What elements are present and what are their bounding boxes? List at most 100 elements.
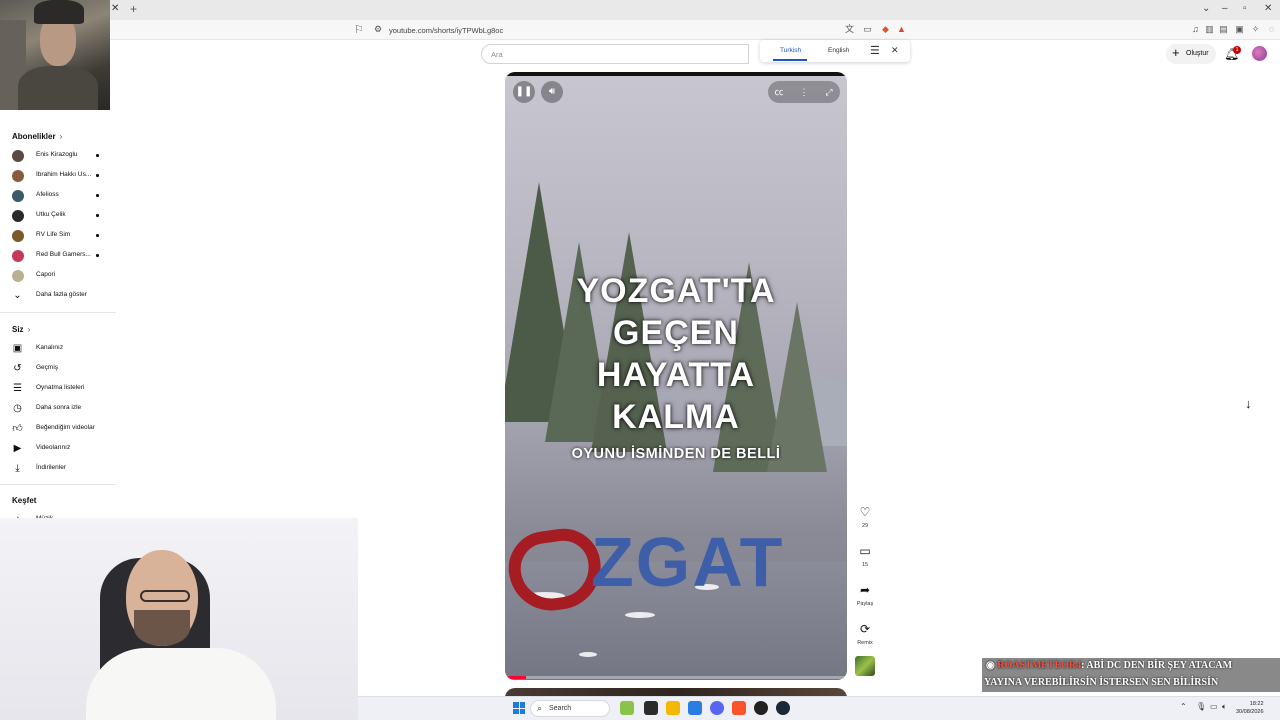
hamburger-icon[interactable]: ☰	[870, 44, 880, 57]
network-icon[interactable]: ▭	[1210, 702, 1218, 711]
sidebar-toggle-icon[interactable]: ▥	[1204, 24, 1215, 35]
nav-item[interactable]: 👍︎ Beğendiğim videolar	[0, 421, 116, 437]
wallet-icon[interactable]: ▣	[1234, 24, 1245, 35]
microphone-icon[interactable]: 🎙︎	[1196, 702, 1206, 711]
remix-button[interactable]: ⟳ Remix	[855, 620, 875, 646]
caption-language-menu: Turkish English ☰ ✕	[760, 40, 910, 62]
brave-shield-icon[interactable]: ◆	[880, 24, 891, 35]
subscription-label: Afelioss	[36, 191, 59, 198]
subscription-item[interactable]: RV Life Sim	[0, 228, 116, 244]
plus-icon: +	[1172, 45, 1180, 60]
volume-icon[interactable]: 🔈︎	[1222, 702, 1227, 712]
translate-icon[interactable]: 文	[844, 24, 855, 35]
widgets-icon[interactable]	[620, 701, 634, 715]
steam-icon[interactable]	[776, 701, 790, 715]
nav-label: Oynatma listeleri	[36, 384, 85, 391]
music-control-icon[interactable]: ♫	[1190, 24, 1201, 35]
divider	[0, 312, 116, 313]
you-heading[interactable]: Siz ›	[12, 325, 30, 334]
brave-icon[interactable]	[732, 701, 746, 715]
tray-chevron-icon[interactable]: ⌃	[1180, 702, 1187, 711]
channel-avatar	[12, 250, 24, 262]
close-icon[interactable]: ✕	[891, 45, 899, 56]
store-icon[interactable]	[688, 701, 702, 715]
captions-icon[interactable]: ㏄	[768, 81, 790, 103]
new-content-dot	[96, 234, 99, 237]
lang-option-english[interactable]: English	[828, 47, 849, 54]
subscription-item[interactable]: Red Bull Gamers...	[0, 248, 116, 264]
clock[interactable]: 18:22 30/08/2026	[1236, 700, 1264, 716]
maximize-icon[interactable]: ▫	[1243, 3, 1247, 14]
fullscreen-icon[interactable]: ⤢	[818, 81, 840, 103]
minimize-icon[interactable]: –	[1222, 3, 1228, 14]
nav-item[interactable]: ↺ Geçmiş	[0, 361, 116, 377]
windows-start-icon[interactable]	[513, 702, 525, 714]
new-content-dot	[96, 194, 99, 197]
search-input[interactable]: Ara	[481, 44, 749, 64]
vpn-icon[interactable]: ◌	[1266, 24, 1277, 35]
active-tab-indicator	[773, 59, 807, 61]
new-tab-icon[interactable]: +	[130, 2, 137, 16]
share-icon: ➦	[859, 583, 871, 597]
player-controls-group: ㏄ ⋮ ⤢	[768, 81, 840, 103]
chevron-right-icon: ›	[59, 132, 63, 141]
bookmark-icon[interactable]: ⚐	[354, 23, 364, 36]
window-close-icon[interactable]: ✕	[1264, 3, 1272, 14]
address-bar: ⚐ ⚙ youtube.com/shorts/iyTPWbLg8oc 文 ▭ ◆…	[110, 20, 1280, 40]
obs-icon[interactable]	[754, 701, 768, 715]
progress-bar[interactable]	[505, 676, 847, 679]
new-content-dot	[96, 174, 99, 177]
extensions-icon[interactable]: ✧	[1250, 24, 1261, 35]
arrow-down-icon[interactable]: ↓	[1245, 396, 1252, 411]
channel-avatar	[12, 150, 24, 162]
nav-label: Kanalınız	[36, 344, 64, 351]
lang-option-turkish[interactable]: Turkish	[780, 47, 801, 54]
nav-item[interactable]: ▣ Kanalınız	[0, 341, 116, 357]
explore-heading: Keşfet	[12, 496, 37, 505]
brave-rewards-icon[interactable]: ▲	[896, 24, 907, 35]
cast-icon[interactable]: ▭	[862, 24, 873, 35]
more-options-icon[interactable]: ⋮	[793, 81, 815, 103]
create-button[interactable]: + Oluştur	[1166, 44, 1216, 64]
url-text[interactable]: youtube.com/shorts/iyTPWbLg8oc	[389, 26, 503, 35]
browser-tab-strip: ✕ + ⌄ – ▫ ✕	[110, 0, 1280, 20]
shorts-player[interactable]: ZGAT YOZGAT'TA GEÇEN HAYATTA KALMA OYUNU…	[505, 72, 847, 680]
subscription-item[interactable]: Utku Çelik	[0, 208, 116, 224]
like-button[interactable]: ♡ 29	[855, 503, 875, 529]
chat-line-1: : ABİ DC DEN BİR ŞEY ATACAM	[1081, 660, 1233, 671]
nav-item[interactable]: ⤓ İndirilenler	[0, 461, 116, 477]
channel-thumbnail[interactable]	[855, 656, 875, 676]
chat-line-2: YAYINA VEREBİLİRSİN İSTERSEN SEN BİLİRSİ…	[984, 677, 1219, 688]
taskbar-search[interactable]: ⌕ Search	[530, 700, 610, 717]
subscription-item[interactable]: İbrahim Hakkı Us...	[0, 168, 116, 184]
reader-icon[interactable]: ▤	[1218, 24, 1229, 35]
pause-button[interactable]: ❚❚	[513, 81, 535, 103]
sidebar: Abonelikler › Enis Kirazoglu İbrahim Hakkı…	[0, 120, 116, 518]
nav-label: Daha sonra izle	[36, 404, 82, 411]
playlist-icon: ☰	[13, 383, 22, 394]
user-avatar[interactable]	[1252, 46, 1267, 61]
subscriptions-heading[interactable]: Abonelikler ›	[12, 132, 62, 141]
discord-icon[interactable]	[710, 701, 724, 715]
subscription-item[interactable]: Capori	[0, 268, 116, 284]
nav-item[interactable]: ◷ Daha sonra izle	[0, 401, 116, 417]
file-explorer-icon[interactable]	[666, 701, 680, 715]
share-button[interactable]: ➦ Paylaş	[855, 581, 875, 607]
tab-close-icon[interactable]: ✕	[111, 3, 119, 14]
progress-fill	[505, 676, 526, 679]
subscription-item[interactable]: Enis Kirazoglu	[0, 148, 116, 164]
channel-avatar	[12, 190, 24, 202]
volume-button[interactable]: 🔊︎	[541, 81, 563, 103]
site-info-icon[interactable]: ⚙	[374, 24, 382, 35]
show-more-button[interactable]: ⌄ Daha fazla göster	[0, 288, 116, 304]
nav-item[interactable]: ☰ Oynatma listeleri	[0, 381, 116, 397]
comments-button[interactable]: ▭ 15	[855, 542, 875, 568]
channel-avatar	[12, 230, 24, 242]
subscription-item[interactable]: Afelioss	[0, 188, 116, 204]
channel-avatar	[12, 170, 24, 182]
nav-item[interactable]: ▶ Videolarınız	[0, 441, 116, 457]
heart-icon: ♡	[859, 505, 871, 519]
tab-list-icon[interactable]: ⌄	[1202, 3, 1210, 14]
task-view-icon[interactable]	[644, 701, 658, 715]
search-icon: ⌕	[537, 703, 543, 713]
